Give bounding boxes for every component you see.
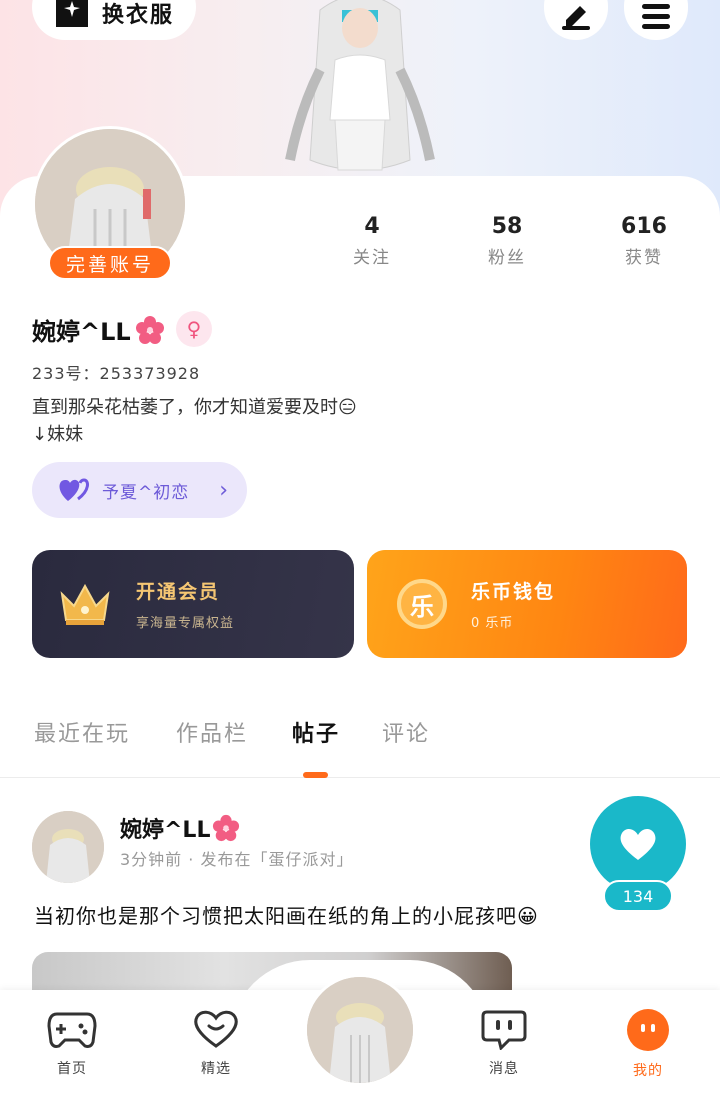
tab-comments[interactable]: 评论 xyxy=(382,716,430,748)
like-count: 134 xyxy=(603,880,673,912)
female-gender-icon: ♀ xyxy=(176,311,212,347)
chevron-right-icon: › xyxy=(219,477,229,503)
heart-icon xyxy=(620,829,656,860)
nav-messages-label: 消息 xyxy=(489,1061,519,1077)
stat-fans[interactable]: 58 粉丝 xyxy=(457,214,557,268)
gamepad-icon xyxy=(47,1012,97,1048)
sakura-icon xyxy=(135,315,164,344)
stat-likes-label: 获赞 xyxy=(625,248,663,268)
coin-title: 乐币钱包 xyxy=(471,581,556,603)
profile-bio: 直到那朵花枯萎了，你才知道爱要及时😑 ↓妹妹 xyxy=(32,394,592,448)
nav-me[interactable]: 我的 xyxy=(608,1008,688,1080)
post-author[interactable]: 婉婷^LL xyxy=(120,812,240,844)
character-avatar-3d[interactable] xyxy=(280,0,440,180)
post-author-avatar[interactable] xyxy=(32,811,104,883)
stat-fans-label: 粉丝 xyxy=(488,248,526,268)
nav-messages[interactable]: 消息 xyxy=(464,1008,544,1078)
nav-me-label: 我的 xyxy=(633,1063,663,1079)
nav-home[interactable]: 首页 xyxy=(32,1008,112,1078)
vip-card[interactable]: 开通会员 享海量专属权益 xyxy=(32,550,354,658)
menu-icon xyxy=(642,4,670,29)
couple-name: 予夏^初恋 xyxy=(102,482,190,503)
coin-glyph: 乐 xyxy=(410,592,434,621)
tab-recently-played[interactable]: 最近在玩 xyxy=(34,716,130,748)
face-icon xyxy=(627,1009,669,1051)
change-outfit-label: 换衣服 xyxy=(102,3,175,28)
double-heart-icon xyxy=(59,478,89,501)
nav-featured-label: 精选 xyxy=(201,1061,231,1077)
coin-wallet-card[interactable]: 乐 乐币钱包 0 乐币 xyxy=(367,550,687,658)
post-text: 当初你也是那个习惯把太阳画在纸的角上的小屁孩吧😀 xyxy=(34,904,539,928)
profile-username: 婉婷^LL xyxy=(32,312,165,347)
coin-balance: 0 乐币 xyxy=(471,616,514,631)
bio-line-2: ↓妹妹 xyxy=(32,424,84,445)
outfit-icon xyxy=(56,0,88,27)
change-outfit-button[interactable]: 换衣服 xyxy=(32,0,196,40)
stat-following-label: 关注 xyxy=(353,248,391,268)
stat-likes-count: 616 xyxy=(621,214,667,239)
coin-icon: 乐 xyxy=(397,579,447,629)
heart-smile-icon xyxy=(194,1010,238,1048)
chat-icon xyxy=(481,1010,527,1051)
vip-title: 开通会员 xyxy=(136,581,221,603)
tab-posts[interactable]: 帖子 xyxy=(292,716,340,748)
stat-following-count: 4 xyxy=(364,214,380,239)
username-text: 婉婷^LL xyxy=(32,318,131,346)
center-avatar-image xyxy=(307,977,413,1083)
bio-line-1: 直到那朵花枯萎了，你才知道爱要及时😑 xyxy=(32,397,357,418)
sakura-icon xyxy=(213,814,240,842)
nav-center-avatar[interactable] xyxy=(304,974,416,1086)
vip-subtitle: 享海量专属权益 xyxy=(136,616,235,631)
edit-icon xyxy=(562,6,590,30)
post-meta: 3分钟前 · 发布在「蛋仔派对」 xyxy=(120,850,354,869)
stat-following[interactable]: 4 关注 xyxy=(322,214,422,268)
user-id[interactable]: 233号：253373928 xyxy=(32,360,200,384)
crown-icon xyxy=(60,583,110,625)
complete-account-badge[interactable]: 完善账号 xyxy=(48,246,172,280)
content-tabs: 最近在玩 作品栏 帖子 评论 xyxy=(0,716,720,778)
nav-home-label: 首页 xyxy=(57,1061,87,1077)
post-author-name: 婉婷^LL xyxy=(120,818,211,843)
like-button[interactable] xyxy=(590,796,686,892)
stat-fans-count: 58 xyxy=(491,214,523,239)
post-avatar-image xyxy=(32,811,104,883)
nav-featured[interactable]: 精选 xyxy=(176,1008,256,1078)
couple-link-chip[interactable]: 予夏^初恋 › xyxy=(32,462,247,518)
stat-likes[interactable]: 616 获赞 xyxy=(594,214,694,268)
tab-works[interactable]: 作品栏 xyxy=(176,716,248,748)
